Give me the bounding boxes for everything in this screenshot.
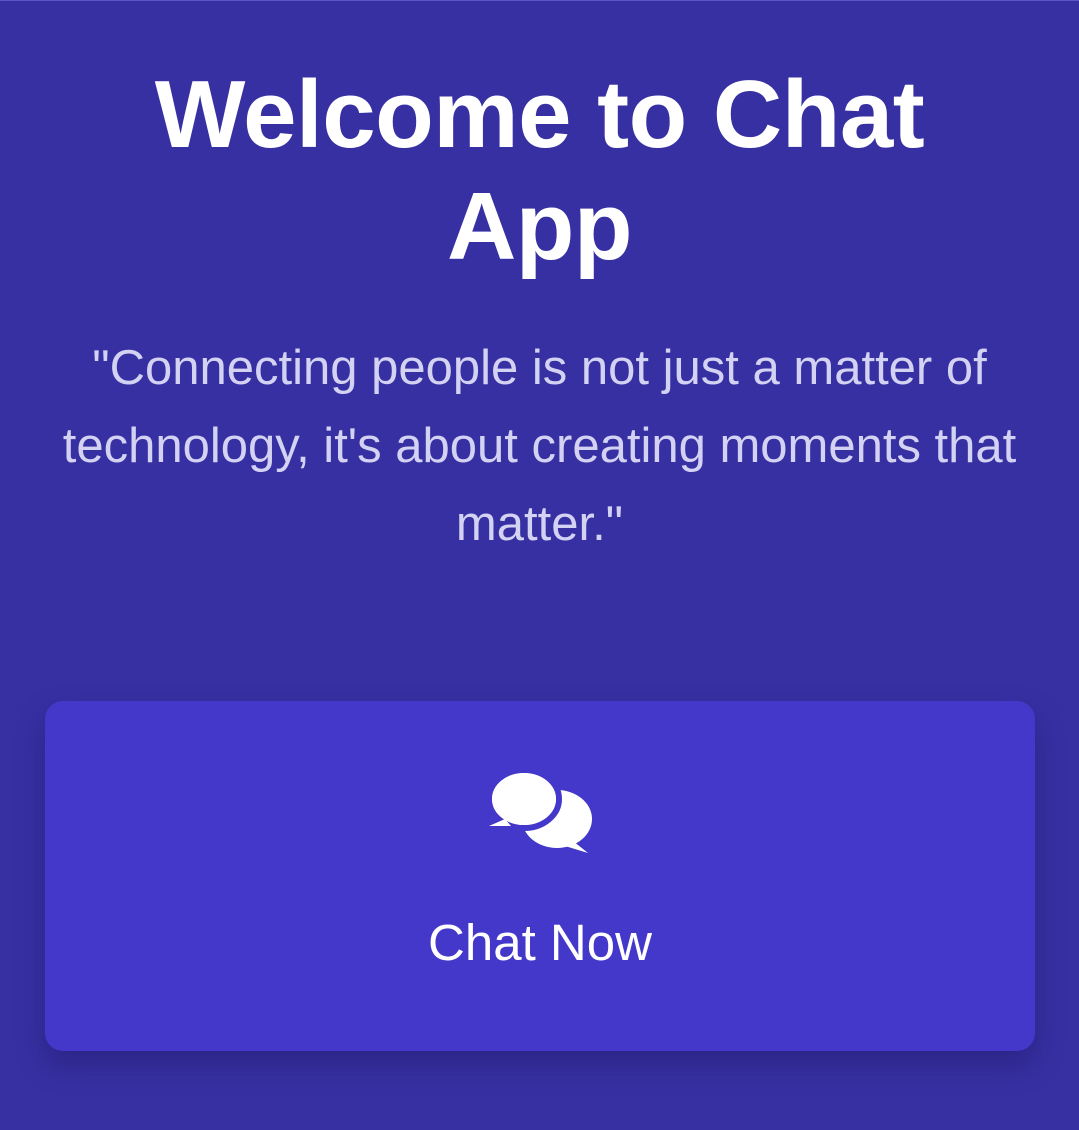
chat-now-label: Chat Now [428,914,652,971]
chat-now-button[interactable]: Chat Now [45,701,1035,1051]
welcome-screen: Welcome to Chat App "Connecting people i… [0,0,1079,1130]
chat-bubbles-icon [485,767,597,857]
page-title: Welcome to Chat App [154,61,925,280]
welcome-quote: "Connecting people is not just a matter … [62,341,1017,551]
